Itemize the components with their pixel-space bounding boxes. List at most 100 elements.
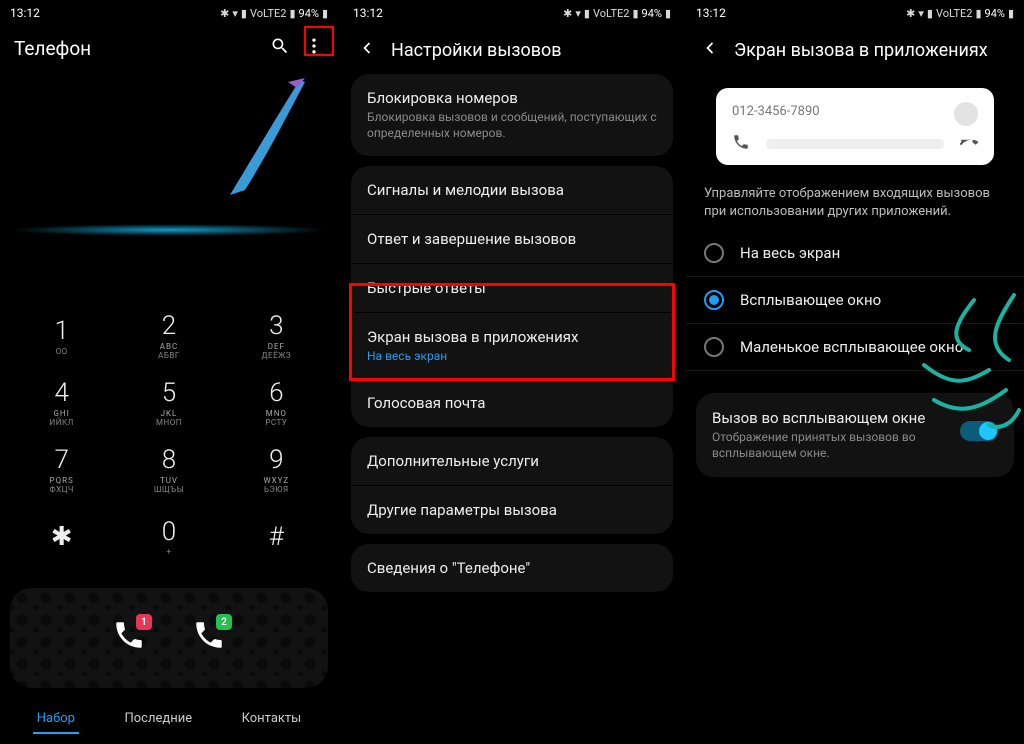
back-icon[interactable] [357, 38, 377, 62]
radio-popup[interactable]: Всплывающее окно [686, 277, 1024, 324]
status-right: ✱ ▾ ▮ VoLTE2 ▮ 94% ▮ [563, 7, 671, 20]
toggle-switch[interactable] [960, 421, 998, 441]
radio-fullscreen[interactable]: На весь экран [686, 230, 1024, 277]
settings-header: Настройки вызовов [343, 26, 681, 74]
signal-icon: ▮ [584, 7, 590, 20]
bottom-tabs: Набор Последние Контакты [0, 705, 338, 734]
radio-icon [704, 337, 724, 357]
radio-label: Всплывающее окно [740, 291, 881, 309]
help-text: Управляйте отображением входящих вызовов… [686, 179, 1024, 230]
phone-screen-2: 13:12 ✱ ▾ ▮ VoLTE2 ▮ 94% ▮ Настройки выз… [343, 0, 681, 744]
more-icon[interactable] [304, 36, 324, 60]
back-icon[interactable] [700, 38, 720, 62]
sim2-badge: 2 [216, 614, 232, 630]
tab-recent[interactable]: Последние [120, 705, 196, 734]
row-quick-replies[interactable]: Быстрые ответы [351, 263, 673, 312]
status-bar: 13:12 ✱ ▾ ▮ VoLTE2 ▮ 94% ▮ [343, 0, 681, 26]
battery-icon: ▮ [322, 7, 328, 20]
row-title: Экран вызова в приложениях [367, 328, 578, 346]
key-0[interactable]: 0+ [115, 503, 222, 570]
volte-label: VoLTE2 [936, 7, 972, 20]
row-call-screen-apps[interactable]: Экран вызова в приложениях На весь экран [351, 312, 673, 378]
key-1[interactable]: 1ОО [8, 302, 115, 369]
wifi-icon: ▾ [232, 7, 238, 20]
row-voicemail[interactable]: Голосовая почта [351, 378, 673, 427]
preview-number: 012-3456-7890 [732, 104, 978, 119]
preview-slider [766, 139, 944, 149]
status-time: 13:12 [353, 6, 383, 20]
key-hash[interactable]: # [223, 503, 330, 570]
sim2-call-button[interactable]: 2 [192, 618, 226, 656]
battery-label: 94% [642, 7, 662, 20]
signal-icon: ▮ [927, 7, 933, 20]
status-right: ✱ ▾ ▮ VoLTE2 ▮ 94% ▮ [220, 7, 328, 20]
status-time: 13:12 [10, 6, 40, 20]
battery-label: 94% [985, 7, 1005, 20]
radio-icon [704, 243, 724, 263]
radio-icon [704, 290, 724, 310]
key-3[interactable]: 3DEFДЕЁЖЗ [223, 302, 330, 369]
radio-label: Маленькое всплывающее окно [740, 338, 963, 356]
signal2-icon: ▮ [632, 7, 638, 20]
row-subtitle: Блокировка вызовов и сообщений, поступаю… [367, 110, 657, 141]
settings-title: Настройки вызовов [391, 40, 562, 61]
phone-accept-icon [732, 133, 750, 155]
key-9[interactable]: 9WXYZЬЭЮЯ [223, 436, 330, 503]
key-4[interactable]: 4GHIИЙКЛ [8, 369, 115, 436]
key-5[interactable]: 5JKLМНОП [115, 369, 222, 436]
phone-screen-1: 13:12 ✱ ▾ ▮ VoLTE2 ▮ 94% ▮ Телефон [0, 0, 338, 744]
tab-dial[interactable]: Набор [33, 705, 79, 734]
key-2[interactable]: 2ABCАБВГ [115, 302, 222, 369]
radio-label: На весь экран [740, 244, 840, 262]
row-answer-end[interactable]: Ответ и завершение вызовов [351, 214, 673, 263]
wifi-icon: ▾ [575, 7, 581, 20]
key-8[interactable]: 8TUVШЩЪЫ [115, 436, 222, 503]
row-additional-services[interactable]: Дополнительные услуги [351, 437, 673, 485]
row-title: Блокировка номеров [367, 89, 518, 107]
signal2-icon: ▮ [975, 7, 981, 20]
phone-screen-3: 13:12 ✱ ▾ ▮ VoLTE2 ▮ 94% ▮ Экран вызова … [686, 0, 1024, 744]
volte-label: VoLTE2 [250, 7, 286, 20]
battery-icon: ▮ [665, 7, 671, 20]
status-bar: 13:12 ✱ ▾ ▮ VoLTE2 ▮ 94% ▮ [686, 0, 1024, 26]
key-6[interactable]: 6MNOРСТУ [223, 369, 330, 436]
status-right: ✱ ▾ ▮ VoLTE2 ▮ 94% ▮ [906, 7, 1014, 20]
sim1-badge: 1 [136, 614, 152, 630]
toggle-subtitle: Отображение принятых вызовов во всплываю… [712, 430, 960, 461]
tab-contacts[interactable]: Контакты [238, 705, 306, 734]
app-title: Телефон [14, 37, 91, 60]
bluetooth-icon: ✱ [220, 7, 229, 20]
status-time: 13:12 [696, 6, 726, 20]
divider-glow [10, 224, 328, 236]
avatar-icon [954, 102, 978, 126]
row-other-settings[interactable]: Другие параметры вызова [351, 485, 673, 534]
screen3-header: Экран вызова в приложениях [686, 26, 1024, 74]
battery-icon: ▮ [1008, 7, 1014, 20]
wallpaper [0, 70, 338, 230]
settings-list: Блокировка номеров Блокировка вызовов и … [343, 74, 681, 592]
row-about-phone[interactable]: Сведения о "Телефоне" [351, 544, 673, 592]
bluetooth-icon: ✱ [906, 7, 915, 20]
bluetooth-icon: ✱ [563, 7, 572, 20]
row-block-numbers[interactable]: Блокировка номеров Блокировка вызовов и … [351, 74, 673, 156]
row-ringtones[interactable]: Сигналы и мелодии вызова [351, 166, 673, 214]
signal-icon: ▮ [241, 7, 247, 20]
battery-label: 94% [299, 7, 319, 20]
status-bar: 13:12 ✱ ▾ ▮ VoLTE2 ▮ 94% ▮ [0, 0, 338, 26]
call-buttons: 1 2 [0, 618, 338, 656]
search-icon[interactable] [270, 36, 290, 60]
screen3-title: Экран вызова в приложениях [734, 40, 988, 61]
key-star[interactable]: ✱ [8, 503, 115, 570]
toggle-title: Вызов во всплывающем окне [712, 409, 960, 427]
popup-call-toggle-card: Вызов во всплывающем окне Отображение пр… [696, 393, 1014, 477]
call-preview: 012-3456-7890 [716, 88, 994, 165]
key-7[interactable]: 7PQRSФХЦЧ [8, 436, 115, 503]
sim1-call-button[interactable]: 1 [112, 618, 146, 656]
dialpad: 1ОО 2ABCАБВГ 3DEFДЕЁЖЗ 4GHIИЙКЛ 5JKLМНОП… [0, 302, 338, 570]
row-subtitle: На весь экран [367, 349, 657, 363]
wifi-icon: ▾ [918, 7, 924, 20]
radio-small-popup[interactable]: Маленькое всплывающее окно [686, 324, 1024, 371]
signal2-icon: ▮ [289, 7, 295, 20]
phone-header: Телефон [0, 26, 338, 70]
volte-label: VoLTE2 [593, 7, 629, 20]
